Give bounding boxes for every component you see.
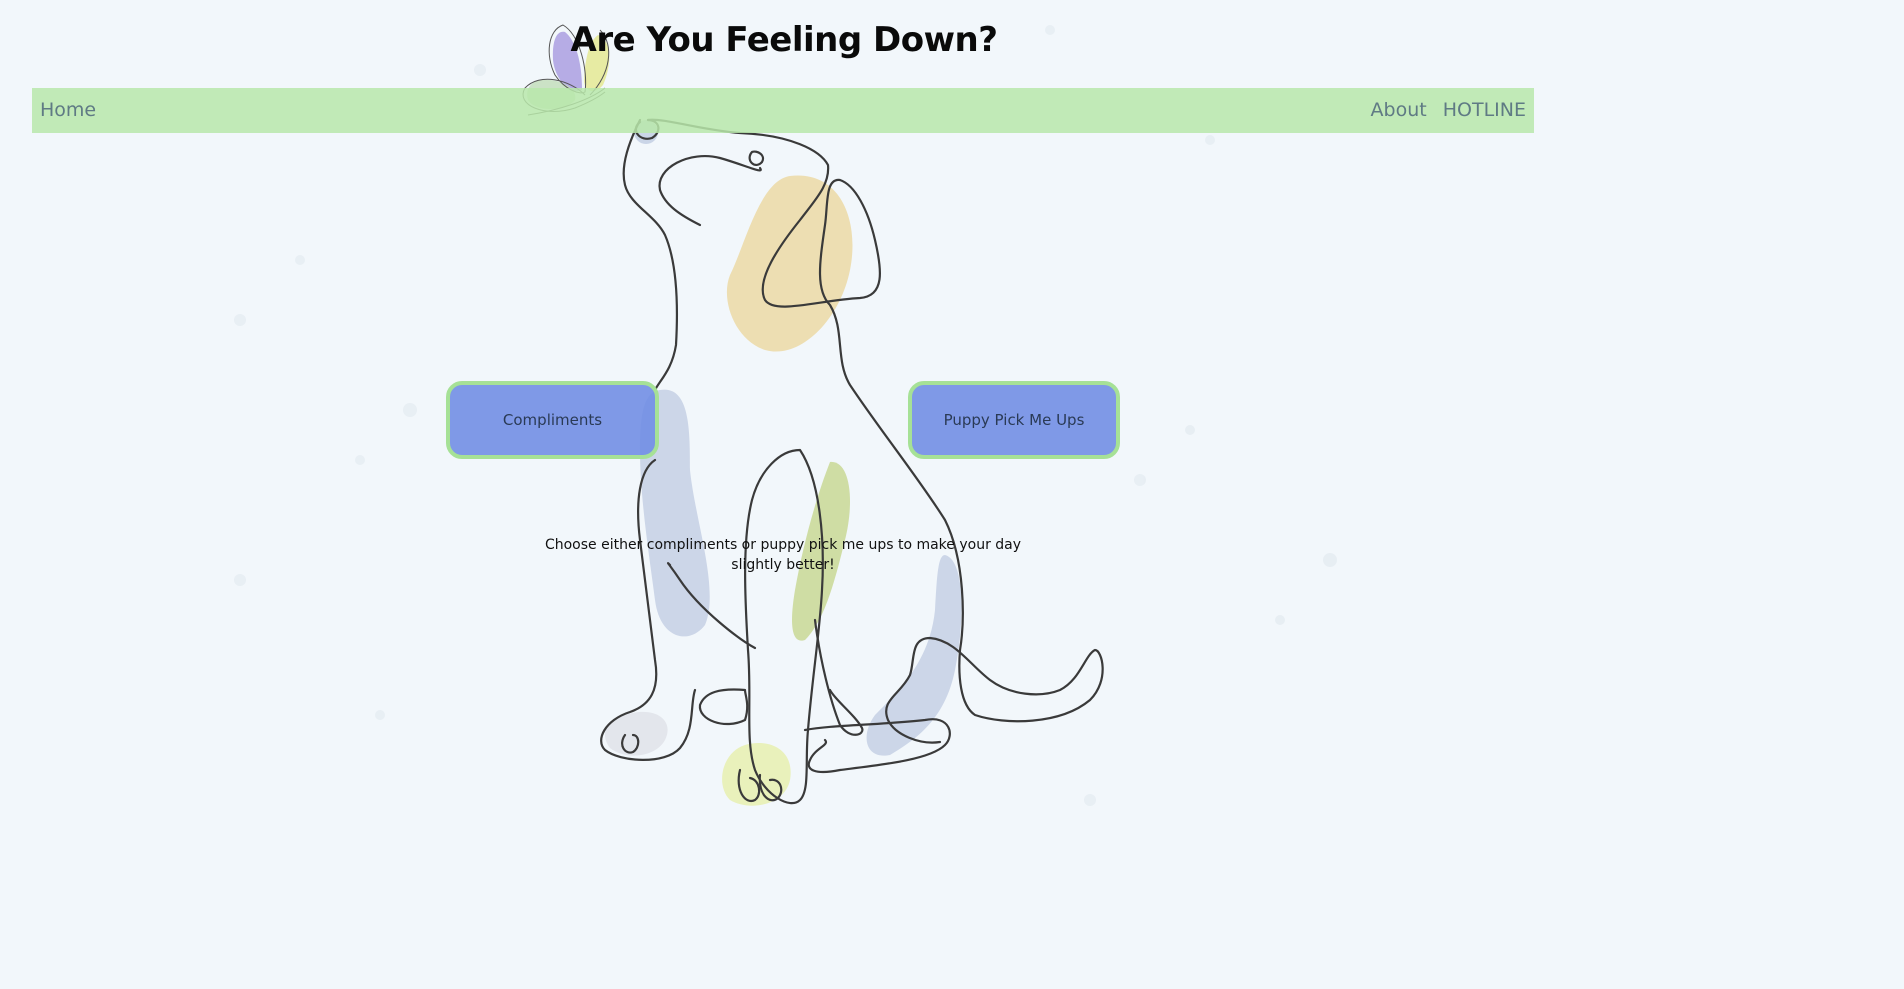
nav-about-link[interactable]: About bbox=[1371, 99, 1427, 121]
compliments-button[interactable]: Compliments bbox=[446, 381, 659, 459]
background-specks bbox=[234, 25, 1337, 806]
puppy-pick-me-ups-button[interactable]: Puppy Pick Me Ups bbox=[908, 381, 1120, 459]
top-navbar: Home About HOTLINE bbox=[32, 88, 1534, 133]
puppy-button-label: Puppy Pick Me Ups bbox=[943, 411, 1085, 429]
page-title: Are You Feeling Down? bbox=[570, 20, 998, 60]
dog-color-blobs bbox=[605, 120, 962, 806]
page: Are You Feeling Down? Home About HOTLINE… bbox=[0, 0, 1568, 813]
dog-line-art-illustration bbox=[600, 118, 1104, 805]
nav-right-group: About HOTLINE bbox=[1371, 99, 1526, 121]
tagline-text: Choose either compliments or puppy pick … bbox=[544, 537, 1022, 573]
compliments-button-label: Compliments bbox=[502, 411, 603, 429]
nav-home-link[interactable]: Home bbox=[40, 99, 96, 121]
nav-hotline-link[interactable]: HOTLINE bbox=[1443, 99, 1526, 121]
